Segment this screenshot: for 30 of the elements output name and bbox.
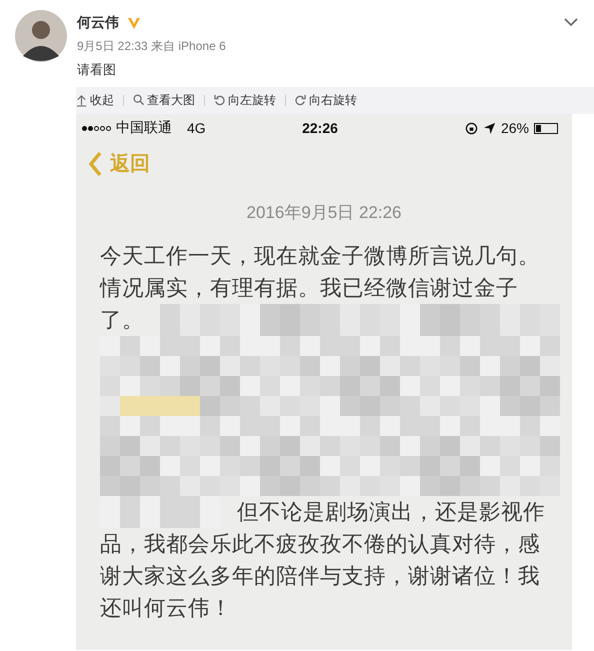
- note-line: 但不论是剧场演出，还是影视作: [236, 499, 546, 526]
- rotate-right-icon: [295, 94, 306, 107]
- author-name[interactable]: 何云伟: [77, 14, 119, 32]
- status-time: 22:26: [302, 120, 338, 136]
- network-type: 4G: [187, 120, 206, 136]
- carrier-name: 中国联通: [116, 119, 172, 137]
- note-line: 品，我都会乐此不疲孜孜不倦的认真对待，感: [100, 531, 541, 558]
- arrow-up-icon: [76, 94, 87, 107]
- note-line: 今天工作一天，现在就金子微博所言说几句。: [100, 243, 541, 270]
- note-date: 2016年9月5日 22:26: [246, 202, 402, 224]
- avatar[interactable]: [15, 10, 67, 62]
- signal-icon: [82, 126, 111, 130]
- chevron-down-icon[interactable]: [564, 18, 578, 26]
- toolbar-link[interactable]: 查看大图: [133, 92, 195, 109]
- rotation-lock-icon: [464, 122, 478, 134]
- chevron-left-icon: [88, 150, 102, 176]
- note-line: 了。: [100, 307, 145, 334]
- rotate-left-icon: [214, 94, 225, 107]
- location-arrow-icon: [482, 122, 496, 134]
- battery-percent: 26%: [500, 120, 529, 136]
- toolbar-link[interactable]: 向左旋转: [214, 92, 276, 109]
- battery-icon: [534, 122, 558, 134]
- toolbar-link[interactable]: 向右旋转: [295, 92, 357, 109]
- note-line: 谢大家这么多年的陪伴与支持，谢谢诸位！我: [100, 563, 541, 590]
- post-text: 请看图: [77, 61, 117, 79]
- post-meta: 9月5日 22:33 来自 iPhone 6: [77, 38, 227, 55]
- search-icon: [133, 94, 144, 107]
- note-line: 还叫何云伟！: [100, 595, 233, 622]
- note-line: 情况属实，有理有据。我已经微信谢过金子: [100, 275, 519, 302]
- toolbar-link[interactable]: 收起: [76, 92, 114, 109]
